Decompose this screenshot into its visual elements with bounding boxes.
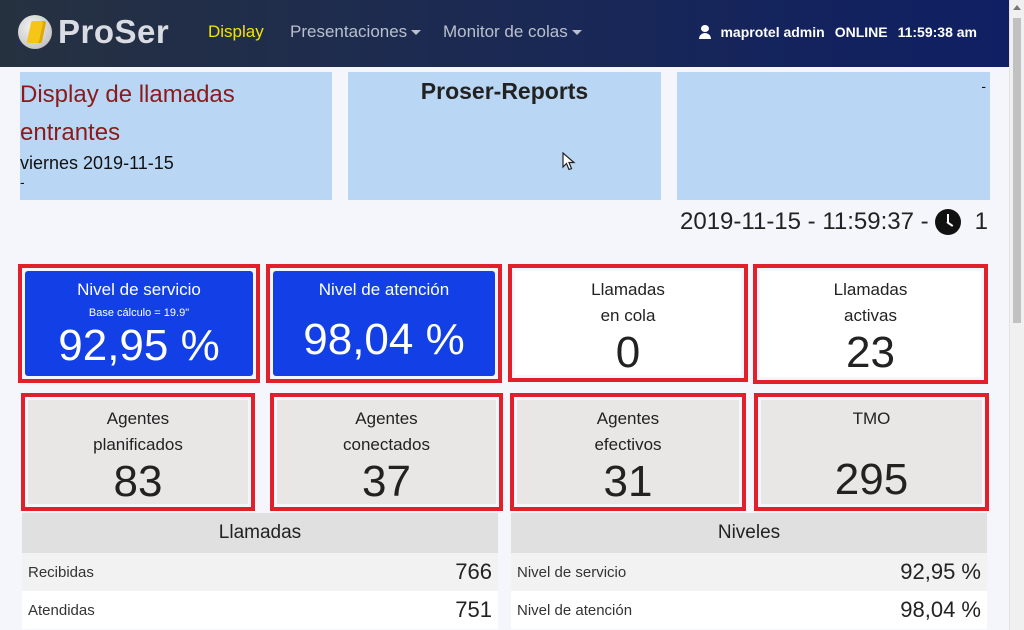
timestamp-text: 2019-11-15 - 11:59:37 - [680, 208, 929, 235]
reports-title: Proser-Reports [420, 78, 589, 104]
nav-item-presentaciones-label: Presentaciones [290, 22, 408, 41]
row-label: Atendidas [28, 601, 95, 619]
kpi-label: planificados [93, 435, 183, 454]
nav-item-monitor-label: Monitor de colas [443, 22, 568, 41]
kpi-value: 295 [834, 455, 909, 504]
kpi-value: 92,95 % [58, 321, 220, 370]
table-row: Recibidas 766 [22, 553, 498, 591]
user-status-area: maprotel admin ONLINE 11:59:38 am [698, 24, 977, 40]
reports-panel: Proser-Reports [348, 72, 661, 200]
vertical-scrollbar[interactable] [1009, 0, 1024, 630]
refresh-counter: 1 [974, 208, 988, 235]
kpi-value: 83 [113, 457, 163, 506]
kpi-label: Agentes [355, 409, 418, 428]
scroll-thumb[interactable] [1013, 18, 1021, 323]
row-value: 751 [455, 597, 492, 622]
row-label: Nivel de atención [517, 601, 633, 619]
kpi-label: Agentes [596, 409, 660, 428]
table-row: Atendidas 751 [22, 591, 498, 629]
kpi-nivel-atencion: Nivel de atención 98,04 % [266, 264, 502, 383]
row-value: 766 [455, 559, 492, 584]
kpi-agentes-planificados: Agentes planificados 83 [21, 393, 255, 511]
kpi-label: Nivel de servicio [77, 280, 201, 299]
last-update-timestamp: 2019-11-15 - 11:59:37 - 1 [680, 208, 988, 236]
nav-clock: 11:59:38 am [897, 24, 977, 40]
kpi-tmo: TMO 295 [754, 393, 989, 511]
table-row: Nivel de servicio 92,95 % [511, 553, 987, 591]
user-name[interactable]: maprotel admin [720, 24, 824, 40]
scroll-up-arrow-icon[interactable] [1013, 5, 1021, 10]
top-navbar: ProSer Display Presentaciones Monitor de… [0, 0, 1009, 67]
page-title: Display de llamadas entrantes [20, 81, 235, 146]
kpi-label: activas [844, 306, 897, 325]
kpi-value: 98,04 % [303, 315, 465, 364]
kpi-llamadas-en-cola: Llamadas en cola 0 [508, 264, 748, 382]
nav-item-monitor-de-colas[interactable]: Monitor de colas [443, 22, 582, 42]
mouse-cursor-icon [562, 152, 576, 171]
chevron-down-icon [571, 30, 582, 36]
clock-icon [934, 209, 961, 235]
nav-item-presentaciones[interactable]: Presentaciones [290, 22, 422, 42]
row-value: 98,04 % [900, 597, 981, 622]
panel-dash: - [20, 174, 25, 190]
kpi-llamadas-activas: Llamadas activas 23 [753, 264, 988, 384]
brand-name: ProSer [58, 13, 170, 50]
kpi-label: efectivos [594, 435, 662, 454]
kpi-value: 31 [603, 457, 653, 506]
row-value: 92,95 % [900, 559, 981, 584]
kpi-label: en cola [600, 306, 656, 325]
niveles-table: Niveles Nivel de servicio 92,95 % Nivel … [511, 513, 987, 629]
proser-logo-icon [18, 15, 52, 49]
kpi-agentes-efectivos: Agentes efectivos 31 [510, 393, 746, 511]
current-date: viernes 2019-11-15 [20, 153, 174, 173]
kpi-value: 0 [615, 328, 641, 377]
online-status: ONLINE [834, 24, 888, 40]
table-header: Llamadas [22, 513, 498, 553]
kpi-label: conectados [343, 435, 430, 454]
user-icon [698, 25, 712, 39]
table-row: Nivel de atención 98,04 % [511, 591, 987, 629]
table-header: Niveles [511, 513, 987, 553]
right-info-panel: - [677, 72, 990, 200]
kpi-label: TMO [852, 409, 891, 428]
row-label: Nivel de servicio [517, 563, 627, 581]
kpi-label: Nivel de atención [318, 280, 450, 299]
kpi-label: Agentes [106, 409, 170, 428]
kpi-label: Llamadas [591, 280, 665, 299]
panel-dash: - [981, 78, 986, 94]
kpi-value: 37 [362, 457, 411, 506]
brand-logo[interactable]: ProSer [18, 13, 169, 51]
kpi-label: Llamadas [833, 280, 908, 299]
row-label: Recibidas [28, 563, 94, 581]
nav-item-display[interactable]: Display [208, 22, 264, 42]
kpi-subtext: Base cálculo = 19.9" [88, 307, 190, 319]
display-info-panel: Display de llamadas entrantes viernes 20… [20, 72, 332, 200]
kpi-value: 23 [846, 328, 895, 377]
llamadas-table: Llamadas Recibidas 766 Atendidas 751 [22, 513, 498, 629]
kpi-agentes-conectados: Agentes conectados 37 [270, 393, 503, 511]
chevron-down-icon [411, 30, 422, 36]
kpi-nivel-servicio: Nivel de servicio Base cálculo = 19.9" 9… [18, 264, 260, 383]
